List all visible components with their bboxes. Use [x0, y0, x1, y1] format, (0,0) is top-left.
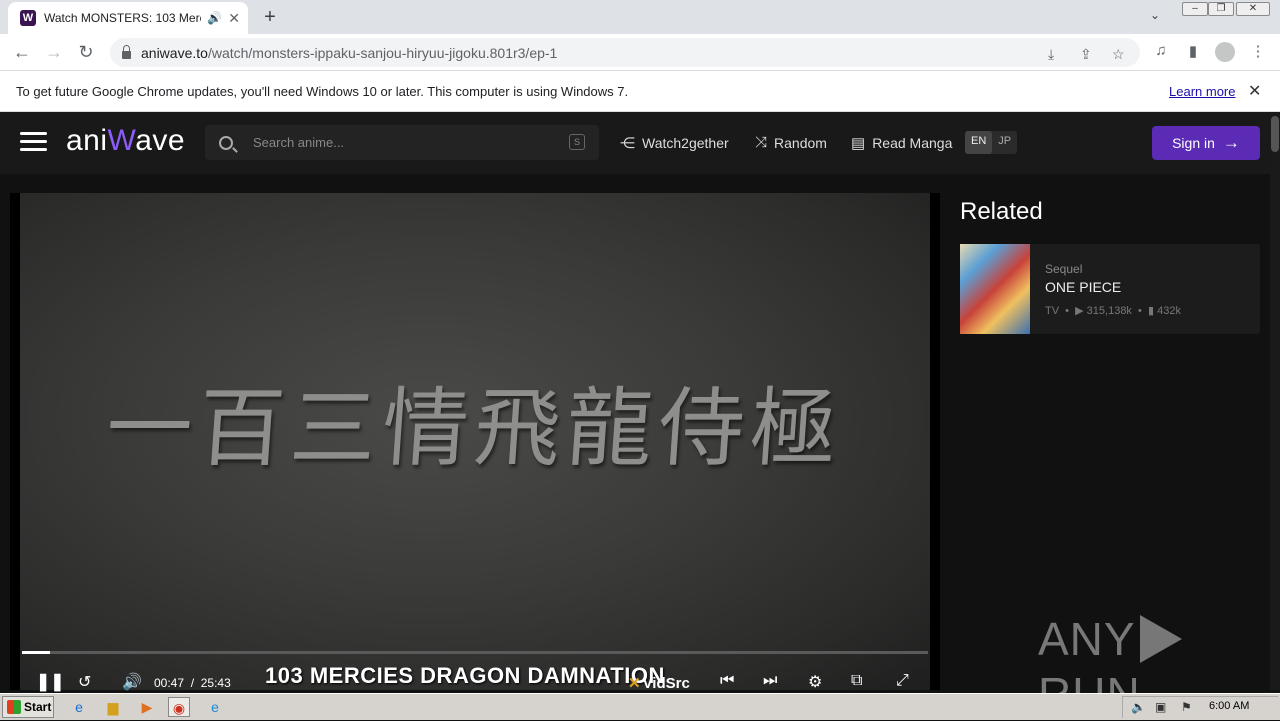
side-panel-icon[interactable]: ▮: [1183, 42, 1203, 60]
random-link[interactable]: ⤨ Random: [755, 134, 827, 151]
bookmark-star-icon[interactable]: ☆: [1112, 46, 1125, 63]
subtitle-text: 103 MERCIES DRAGON DAMNATION: [265, 663, 665, 688]
fullscreen-icon[interactable]: ⤢: [896, 672, 909, 690]
hamburger-menu-icon[interactable]: [20, 132, 47, 152]
related-name[interactable]: ONE PIECE: [1045, 279, 1121, 295]
progress-fill: [22, 651, 51, 654]
browser-tab[interactable]: W Watch MONSTERS: 103 Mercies 🔊 ✕: [8, 2, 248, 34]
time-display: 00:47 / 25:43: [154, 676, 231, 690]
maximize-button[interactable]: ❐: [1208, 2, 1234, 16]
windows-taskbar: Start e ▆ ▶ ◉ e 🔈 ▣ ⚑ 6:00 AM: [0, 693, 1280, 720]
windows-flag-icon: [7, 700, 21, 714]
aniwave-favicon-icon: W: [20, 10, 36, 26]
tab-strip: W Watch MONSTERS: 103 Mercies 🔊 ✕ + ⌄ – …: [0, 0, 1280, 34]
language-toggle[interactable]: EN JP: [965, 131, 1018, 154]
share-nodes-icon: ⋲: [620, 135, 635, 152]
new-tab-button[interactable]: +: [258, 6, 282, 28]
book-icon: ▤: [851, 135, 866, 152]
chrome-taskbar-icon[interactable]: ◉: [168, 697, 190, 717]
forward-button[interactable]: →: [44, 42, 64, 62]
address-bar[interactable]: aniwave.to/watch/monsters-ippaku-sanjou-…: [110, 38, 1140, 67]
play-icon: ▶: [1075, 305, 1084, 317]
skip-forward-10-icon[interactable]: ⏭: [763, 672, 777, 690]
arrow-right-icon: →: [1222, 133, 1240, 152]
action-center-flag-icon[interactable]: ⚑: [1181, 700, 1192, 714]
page-scrollbar[interactable]: [1270, 112, 1280, 690]
search-icon: [219, 135, 233, 150]
lock-icon[interactable]: [122, 44, 131, 59]
shuffle-icon: ⤨: [755, 134, 768, 151]
install-app-icon[interactable]: ⤓: [1048, 46, 1054, 63]
browser-toolbar: ← → ↻ aniwave.to/watch/monsters-ippaku-s…: [0, 34, 1280, 71]
network-tray-icon[interactable]: ▣: [1155, 700, 1166, 714]
minimize-button[interactable]: –: [1182, 2, 1208, 16]
progress-bar[interactable]: [22, 651, 928, 654]
url-host: aniwave.to: [141, 44, 208, 61]
back-button[interactable]: ←: [12, 42, 32, 62]
start-button[interactable]: Start: [2, 696, 54, 718]
watch2gether-link[interactable]: ⋲ Watch2gether: [620, 134, 729, 152]
system-tray: 🔈 ▣ ⚑ 6:00 AM: [1122, 696, 1278, 718]
update-infobar: To get future Google Chrome updates, you…: [0, 71, 1280, 112]
video-frame[interactable]: 一百三情飛龍侍極: [20, 193, 930, 690]
site-logo[interactable]: aniWave: [66, 124, 185, 158]
vidsrc-logo-icon: ✕: [628, 675, 641, 692]
profile-avatar[interactable]: [1215, 42, 1235, 62]
media-player-taskbar-icon[interactable]: ▶: [136, 697, 158, 717]
sign-in-button[interactable]: Sign in →: [1152, 126, 1260, 160]
related-relation: Sequel: [1045, 262, 1083, 276]
volume-tray-icon[interactable]: 🔈: [1131, 700, 1146, 714]
picture-in-picture-icon[interactable]: ⧉: [851, 672, 862, 690]
search-box: S: [205, 125, 599, 160]
url-path: /watch/monsters-ippaku-sanjou-hiryuu-jig…: [207, 44, 558, 61]
explorer-taskbar-icon[interactable]: ▆: [102, 697, 124, 717]
tab-search-chevron-icon[interactable]: ⌄: [1150, 8, 1160, 22]
infobar-message: To get future Google Chrome updates, you…: [16, 84, 629, 99]
bookmark-icon: ▮: [1148, 305, 1155, 317]
related-meta: TV • ▶ 315,138k • ▮ 432k: [1045, 305, 1181, 317]
search-input[interactable]: [251, 134, 551, 151]
volume-icon[interactable]: 🔊: [122, 672, 142, 692]
video-title-card: 一百三情飛龍侍極: [102, 379, 846, 479]
tab-title: Watch MONSTERS: 103 Mercies: [44, 11, 201, 25]
one-piece-poster[interactable]: [960, 244, 1030, 334]
settings-gear-icon[interactable]: ⚙: [808, 672, 822, 692]
ie-taskbar-icon[interactable]: e: [68, 697, 90, 717]
search-shortcut-badge: S: [569, 134, 585, 150]
lang-en-option[interactable]: EN: [965, 131, 993, 154]
reload-button[interactable]: ↻: [76, 42, 96, 62]
audio-playing-icon[interactable]: 🔊: [207, 11, 222, 25]
play-triangle-icon: [1139, 614, 1182, 663]
tab-close-icon[interactable]: ✕: [228, 10, 240, 27]
vidsrc-logo: ✕ VidSrc: [628, 675, 690, 692]
related-item[interactable]: Sequel ONE PIECE TV • ▶ 315,138k • ▮ 432…: [960, 244, 1260, 334]
edge-taskbar-icon[interactable]: e: [204, 697, 226, 717]
scrollbar-thumb[interactable]: [1271, 116, 1279, 152]
clock[interactable]: 6:00 AM: [1209, 700, 1249, 712]
media-controls-icon[interactable]: ♫: [1151, 42, 1171, 59]
site-header: aniWave S ⋲Watch2gether ⤨Random ▤Read Ma…: [0, 112, 1270, 174]
infobar-close-icon[interactable]: ✕: [1248, 81, 1261, 101]
pause-icon[interactable]: ❚❚: [36, 672, 65, 692]
menu-kebab-icon[interactable]: ⋮: [1248, 42, 1268, 60]
share-icon[interactable]: ⇪: [1080, 46, 1092, 63]
rewind-10-icon[interactable]: ↺: [78, 672, 91, 692]
learn-more-link[interactable]: Learn more: [1169, 84, 1235, 99]
read-manga-link[interactable]: ▤ Read Manga: [851, 134, 952, 152]
lang-jp-option[interactable]: JP: [992, 131, 1017, 154]
related-heading: Related: [960, 198, 1043, 225]
close-window-button[interactable]: ✕: [1236, 2, 1270, 16]
skip-back-10-icon[interactable]: ⏮: [720, 672, 734, 690]
